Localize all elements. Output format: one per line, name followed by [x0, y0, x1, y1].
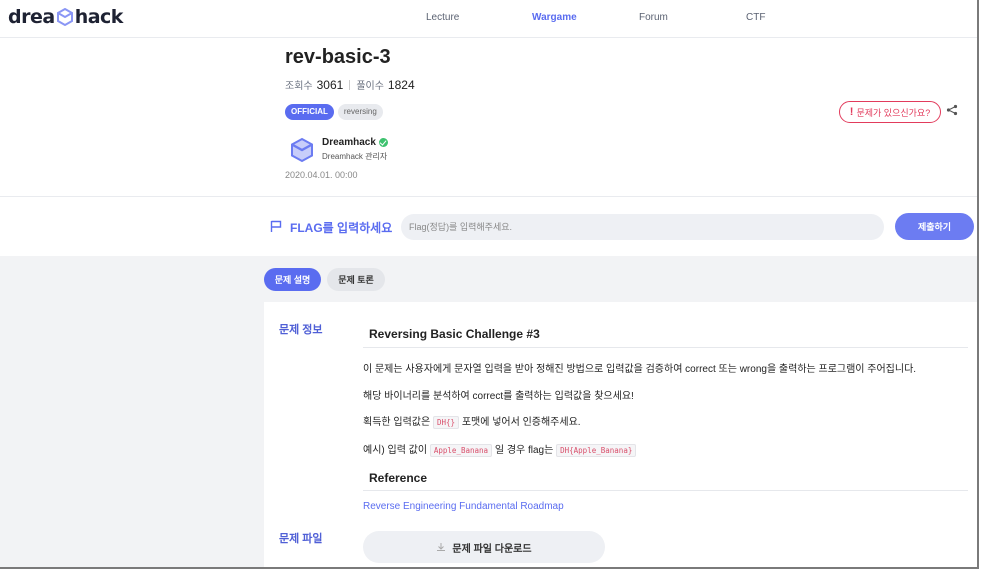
views-count: 3061 — [316, 77, 344, 92]
description-paragraph-3: 획득한 입력값은 DH{} 포맷에 넣어서 인증해주세요. — [363, 413, 581, 429]
paragraph-4-text-middle: 일 경우 flag는 — [494, 445, 554, 456]
description-paragraph-1: 이 문제는 사용자에게 문자열 입력을 받아 정해진 방법으로 입력값을 검증하… — [363, 364, 917, 375]
solves-count: 1824 — [387, 77, 415, 92]
report-problem-label: 문제가 있으신가요? — [856, 107, 931, 118]
tab-discussion[interactable]: 문제 토론 — [327, 268, 385, 291]
challenge-date: 2020.04.01. 00:00 — [285, 170, 358, 180]
logo-box-icon — [56, 8, 73, 26]
code-example-input: Apple_Banana — [429, 444, 493, 457]
tag-official[interactable]: OFFICIAL — [285, 104, 334, 120]
nav-link-ctf[interactable]: CTF — [746, 12, 765, 23]
download-files-button[interactable]: 문제 파일 다운로드 — [363, 531, 605, 563]
views-label: 조회수 — [285, 81, 313, 92]
logo-text-right: hack — [74, 6, 124, 28]
content-panel — [264, 302, 977, 567]
description-paragraph-4: 예시) 입력 값이 Apple_Banana 일 경우 flag는 DH{App… — [363, 441, 637, 457]
flag-label: FLAG를 입력하세요 — [290, 221, 393, 235]
download-icon — [437, 543, 446, 551]
author-name: Dreamhack — [322, 137, 376, 148]
code-example-flag: DH{Apple_Banana} — [556, 444, 637, 457]
code-flag-format: DH{} — [432, 416, 460, 429]
dreamhack-logo[interactable]: drea hack — [8, 6, 123, 28]
challenge-tags: OFFICIAL reversing — [285, 104, 383, 120]
author-name-row[interactable]: Dreamhack — [322, 137, 388, 148]
logo-text-left: drea — [8, 6, 55, 28]
nav-link-lecture[interactable]: Lecture — [426, 12, 459, 23]
author-avatar — [291, 137, 313, 163]
top-nav: drea hack Lecture Wargame Forum CTF — [0, 0, 977, 38]
author-info: Dreamhack Dreamhack 관리자 — [322, 137, 388, 163]
reference-divider — [363, 490, 968, 491]
reference-link[interactable]: Reverse Engineering Fundamental Roadmap — [363, 501, 564, 512]
stats-divider — [349, 79, 351, 90]
flag-bar: FLAG를 입력하세요 제출하기 — [0, 196, 977, 256]
alert-icon: ! — [849, 106, 854, 118]
description-title: Reversing Basic Challenge #3 — [369, 327, 540, 341]
paragraph-3-text-before: 획득한 입력값은 — [363, 417, 431, 428]
challenge-stats: 조회수 3061 풀이수 1824 — [285, 77, 415, 93]
page-frame: drea hack Lecture Wargame Forum CTF rev-… — [0, 0, 979, 569]
problem-files-label: 문제 파일 — [279, 533, 323, 545]
nav-link-forum[interactable]: Forum — [639, 12, 668, 23]
download-files-label: 문제 파일 다운로드 — [452, 543, 532, 555]
submit-flag-button[interactable]: 제출하기 — [895, 213, 974, 240]
flag-input[interactable] — [401, 214, 884, 240]
reference-title: Reference — [369, 471, 428, 485]
nav-link-wargame[interactable]: Wargame — [532, 12, 577, 23]
flag-icon — [270, 220, 282, 232]
problem-info-label: 문제 정보 — [279, 324, 323, 336]
title-divider — [363, 347, 968, 348]
paragraph-4-text-before: 예시) 입력 값이 — [363, 445, 428, 456]
tab-description[interactable]: 문제 설명 — [264, 268, 321, 291]
description-paragraph-2: 해당 바이너리를 분석하여 correct를 출력하는 입력값을 찾으세요! — [363, 391, 634, 402]
verified-check-icon — [378, 138, 388, 147]
tag-reversing[interactable]: reversing — [337, 104, 383, 120]
solves-label: 풀이수 — [356, 81, 384, 92]
paragraph-3-text-after: 포맷에 넣어서 인증해주세요. — [461, 417, 581, 428]
share-icon[interactable] — [946, 104, 958, 116]
author-block: Dreamhack Dreamhack 관리자 — [289, 137, 388, 163]
report-problem-button[interactable]: ! 문제가 있으신가요? — [839, 101, 941, 123]
challenge-title: rev-basic-3 — [285, 46, 391, 68]
author-role: Dreamhack 관리자 — [322, 152, 388, 161]
